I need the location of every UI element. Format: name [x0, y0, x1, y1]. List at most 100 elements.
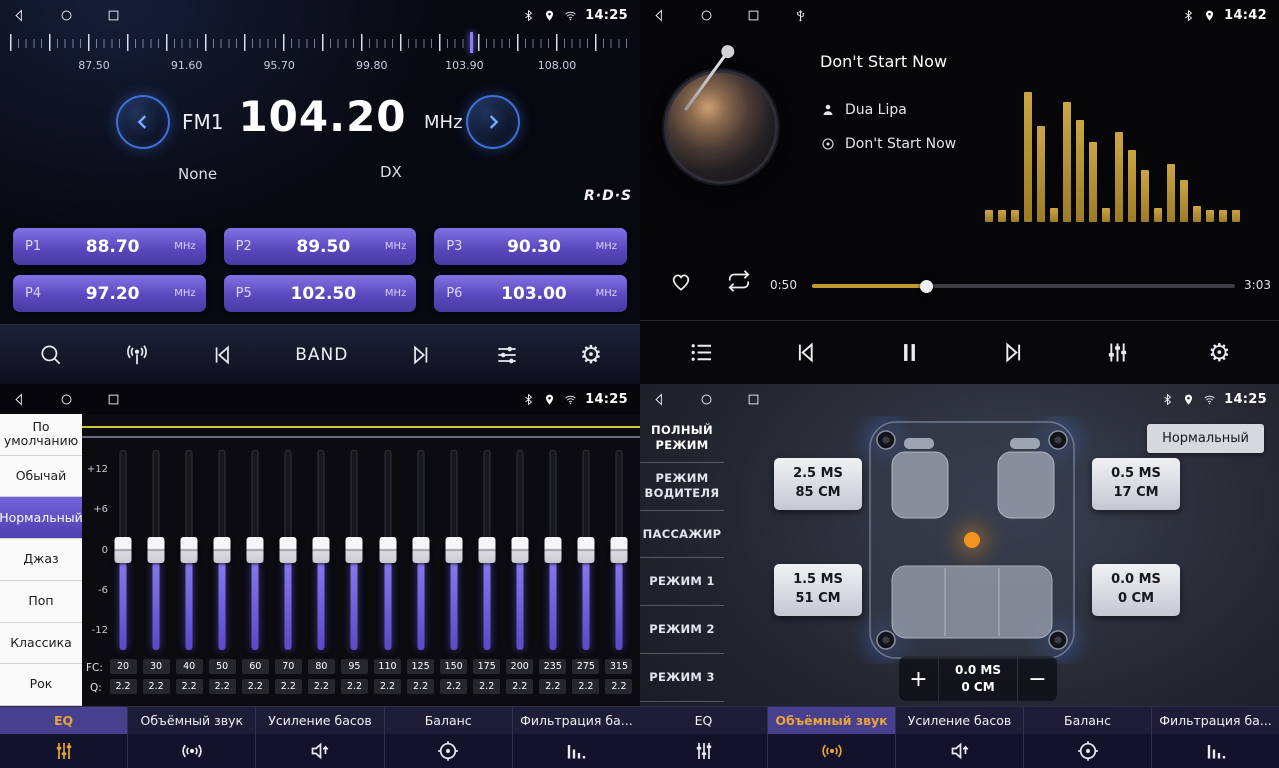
settings-icon[interactable]: ⚙: [580, 342, 602, 367]
eq-band-slider[interactable]: [108, 450, 138, 650]
slider-handle[interactable]: [511, 537, 528, 563]
eq-band-slider[interactable]: [306, 450, 336, 650]
eq-preset-item[interactable]: Джаз: [0, 539, 82, 581]
sound-preset-button[interactable]: Нормальный: [1147, 424, 1264, 453]
band-button[interactable]: BAND: [295, 345, 348, 365]
frequency-scale[interactable]: 87.5091.6095.7099.80103.90108.00: [0, 32, 640, 78]
tab-balance[interactable]: Баланс: [1024, 707, 1152, 768]
eq-band-slider[interactable]: [339, 450, 369, 650]
delay-rear-left[interactable]: 1.5 MS 51 CM: [774, 564, 862, 616]
tab-filter[interactable]: Фильтрация ба...: [1152, 707, 1279, 768]
tab-bass-boost[interactable]: Усиление басов: [256, 707, 384, 768]
recents-icon[interactable]: [106, 392, 121, 407]
tab-surround[interactable]: Объёмный звук: [768, 707, 896, 768]
eq-preset-item[interactable]: Поп: [0, 581, 82, 623]
tab-surround[interactable]: Объёмный звук: [128, 707, 256, 768]
slider-handle[interactable]: [412, 537, 429, 563]
playlist-icon[interactable]: [688, 339, 715, 366]
next-icon[interactable]: [1000, 339, 1027, 366]
tab-filter[interactable]: Фильтрация ба...: [513, 707, 640, 768]
listening-mode-item[interactable]: РЕЖИМ 3: [640, 654, 724, 702]
eq-preset-item[interactable]: Классика: [0, 623, 82, 665]
tab-bass-boost[interactable]: Усиление басов: [896, 707, 1024, 768]
slider-handle[interactable]: [214, 537, 231, 563]
eq-band-slider[interactable]: [571, 450, 601, 650]
slider-handle[interactable]: [148, 537, 165, 563]
slider-handle[interactable]: [445, 537, 462, 563]
eq-preset-item[interactable]: Нормальный: [0, 497, 82, 539]
back-icon[interactable]: [652, 8, 667, 23]
listening-mode-item[interactable]: ПОЛНЫЙ РЕЖИМ: [640, 415, 724, 463]
progress-knob[interactable]: [920, 280, 933, 293]
home-icon[interactable]: [699, 8, 714, 23]
home-icon[interactable]: [59, 8, 74, 23]
eq-band-slider[interactable]: [273, 450, 303, 650]
settings-icon[interactable]: ⚙: [1208, 340, 1230, 365]
search-icon[interactable]: [38, 342, 64, 368]
recents-icon[interactable]: [106, 8, 121, 23]
preset-button[interactable]: P1 88.70 MHz: [13, 228, 206, 265]
preset-button[interactable]: P6 103.00 MHz: [434, 275, 627, 312]
eq-band-slider[interactable]: [604, 450, 634, 650]
delay-rear-right[interactable]: 0.0 MS 0 CM: [1092, 564, 1180, 616]
eq-band-slider[interactable]: [406, 450, 436, 650]
seek-up-button[interactable]: [466, 95, 520, 149]
eq-band-slider[interactable]: [207, 450, 237, 650]
previous-icon[interactable]: [209, 342, 235, 368]
mixer-icon[interactable]: [1104, 339, 1131, 366]
tab-eq[interactable]: EQ: [0, 707, 128, 768]
seek-down-button[interactable]: [116, 95, 170, 149]
back-icon[interactable]: [652, 392, 667, 407]
eq-band-slider[interactable]: [538, 450, 568, 650]
pause-icon[interactable]: [896, 339, 923, 366]
repeat-control[interactable]: [726, 268, 752, 298]
recents-icon[interactable]: [746, 8, 761, 23]
eq-band-slider[interactable]: [505, 450, 535, 650]
back-icon[interactable]: [12, 392, 27, 407]
slider-handle[interactable]: [610, 537, 627, 563]
preset-button[interactable]: P4 97.20 MHz: [13, 275, 206, 312]
delay-front-right[interactable]: 0.5 MS 17 CM: [1092, 458, 1180, 510]
delay-front-left[interactable]: 2.5 MS 85 CM: [774, 458, 862, 510]
back-icon[interactable]: [12, 8, 27, 23]
eq-preset-item[interactable]: По умолчанию: [0, 414, 82, 456]
listening-mode-item[interactable]: РЕЖИМ ВОДИТЕЛЯ: [640, 463, 724, 511]
eq-preset-item[interactable]: Рок: [0, 664, 82, 706]
slider-handle[interactable]: [544, 537, 561, 563]
slider-handle[interactable]: [247, 537, 264, 563]
tab-eq[interactable]: EQ: [640, 707, 768, 768]
listening-mode-item[interactable]: РЕЖИМ 1: [640, 558, 724, 606]
eq-band-slider[interactable]: [373, 450, 403, 650]
progress-bar[interactable]: [812, 284, 1235, 288]
slider-handle[interactable]: [346, 537, 363, 563]
recents-icon[interactable]: [746, 392, 761, 407]
slider-handle[interactable]: [181, 537, 198, 563]
listening-mode-item[interactable]: ПАССАЖИР: [640, 511, 724, 559]
slider-handle[interactable]: [478, 537, 495, 563]
next-icon[interactable]: [408, 342, 434, 368]
eq-band-slider[interactable]: [439, 450, 469, 650]
tune-icon[interactable]: [494, 342, 520, 368]
eq-band-slider[interactable]: [174, 450, 204, 650]
eq-band-slider[interactable]: [141, 450, 171, 650]
broadcast-icon[interactable]: [124, 342, 150, 368]
preset-button[interactable]: P3 90.30 MHz: [434, 228, 627, 265]
tab-balance[interactable]: Баланс: [385, 707, 513, 768]
slider-handle[interactable]: [115, 537, 132, 563]
preset-button[interactable]: P5 102.50 MHz: [224, 275, 417, 312]
album-art[interactable]: [664, 70, 778, 184]
listening-mode-item[interactable]: РЕЖИМ 2: [640, 606, 724, 654]
home-icon[interactable]: [59, 392, 74, 407]
slider-handle[interactable]: [379, 537, 396, 563]
eq-preset-item[interactable]: Обычай: [0, 456, 82, 498]
eq-band-slider[interactable]: [472, 450, 502, 650]
favorite-control[interactable]: [668, 268, 694, 298]
preset-button[interactable]: P2 89.50 MHz: [224, 228, 417, 265]
eq-band-slider[interactable]: [240, 450, 270, 650]
increase-delay-button[interactable]: +: [899, 657, 939, 701]
slider-handle[interactable]: [577, 537, 594, 563]
home-icon[interactable]: [699, 392, 714, 407]
decrease-delay-button[interactable]: −: [1017, 657, 1057, 701]
previous-icon[interactable]: [792, 339, 819, 366]
slider-handle[interactable]: [313, 537, 330, 563]
